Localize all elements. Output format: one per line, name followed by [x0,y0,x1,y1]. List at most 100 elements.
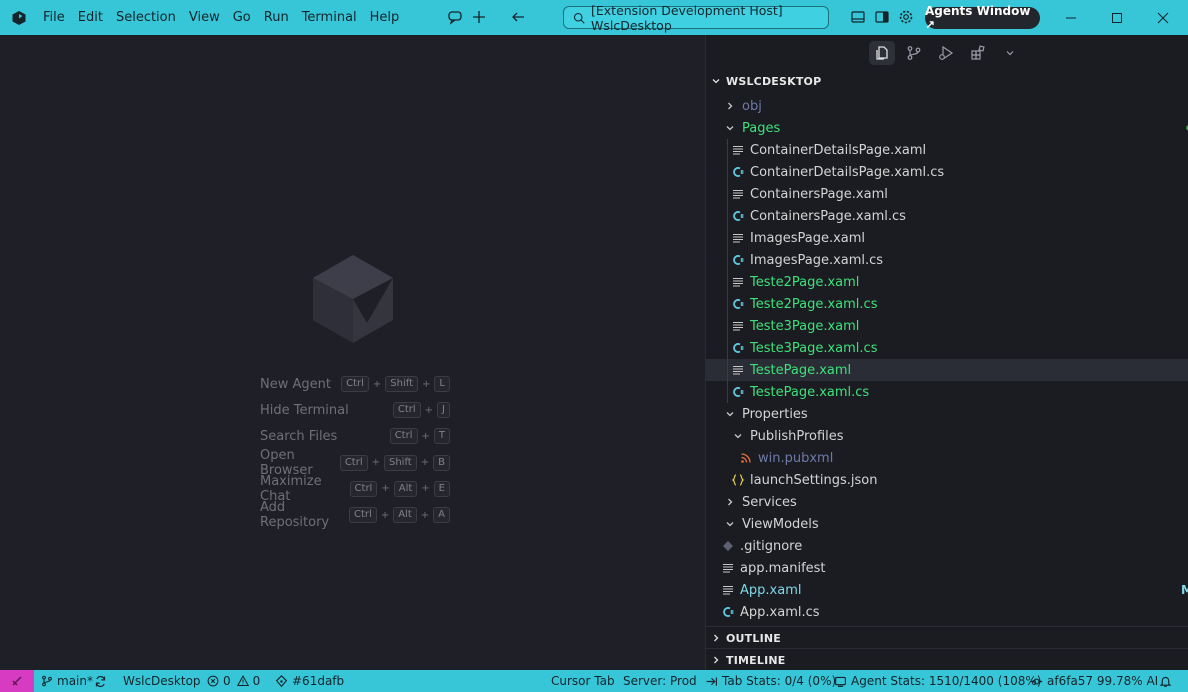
branch-indicator[interactable]: main* [41,670,93,692]
csharp-icon [730,384,746,400]
tab-stats[interactable]: Tab Stats: 0/4 (0%) [705,670,836,692]
agent-stats[interactable]: Agent Stats: 1510/1400 (108%) [834,670,1041,692]
tree-item[interactable]: Services [706,491,1188,513]
extensions-icon [971,45,985,60]
back-arrow-icon[interactable] [510,9,526,25]
tree-item-label: ImagesPage.xaml [750,230,866,246]
tree-item[interactable]: Teste2Page.xaml.csU [706,293,1188,315]
menu-go[interactable]: Go [233,10,251,25]
outline-label: OUTLINE [726,631,782,645]
tree-item[interactable]: Properties [706,403,1188,425]
layout-sidebar-icon[interactable] [874,9,890,25]
layout-panel-icon[interactable] [850,9,866,25]
tree-item[interactable]: ImagesPage.xaml [706,227,1188,249]
notifications-button[interactable] [1159,670,1176,692]
tree-item[interactable]: App.xaml.cs [706,601,1188,623]
tree-item[interactable]: ImagesPage.xaml.cs [706,249,1188,271]
ai-stats-text: af6fa57 99.78% AI [1047,674,1159,688]
menu-view[interactable]: View [189,10,220,25]
tree-item[interactable]: win.pubxml [706,447,1188,469]
source-control-icon [907,46,921,60]
shortcut-keys: Ctrl + T [389,428,450,445]
tab-source-control[interactable] [901,41,927,65]
tree-item[interactable]: .gitignore [706,535,1188,557]
shortcut-keys: Ctrl + Shift + L [341,376,450,393]
shortcut-maximize-chat[interactable]: Maximize Chat Ctrl + Alt + E [260,474,450,504]
tree-item[interactable]: Teste2Page.xamlU [706,271,1188,293]
tree-item[interactable]: Teste3Page.xamlU [706,315,1188,337]
tree-item[interactable]: app.manifest [706,557,1188,579]
timeline-header[interactable]: TIMELINE [706,648,1188,671]
shortcut-label: Search Files [260,428,338,444]
plus-separator: + [372,378,382,390]
shortcut-label: Add Repository [260,500,330,531]
plus-icon[interactable] [471,9,487,25]
color-indicator[interactable]: #61dafb [275,670,344,692]
sync-button[interactable] [94,670,111,692]
sidebar-tabs [706,35,1188,70]
menu-terminal[interactable]: Terminal [302,10,357,25]
root-folder-label: WSLCDESKTOP [726,74,822,88]
tree-item[interactable]: Teste3Page.xaml.csU [706,337,1188,359]
menu-edit[interactable]: Edit [78,10,103,25]
menu-file[interactable]: File [43,10,65,25]
csharp-icon [730,296,746,312]
tree-item[interactable]: App.xaml M [706,579,1188,601]
command-center-search[interactable]: [Extension Development Host] WslcDesktop [563,3,829,33]
project-name[interactable]: WslcDesktop [123,670,201,692]
tree-item[interactable]: PublishProfiles [706,425,1188,447]
shortcut-new-agent[interactable]: New Agent Ctrl + Shift + L [260,371,450,397]
csharp-icon [730,164,746,180]
branch-name: main* [57,674,93,688]
menu-help[interactable]: Help [370,10,400,25]
tab-extensions[interactable] [965,41,991,65]
tree-item[interactable]: Pages • [706,117,1188,139]
gear-icon[interactable] [898,9,914,25]
tree-item[interactable]: launchSettings.json [706,469,1188,491]
chevron-right-icon [714,656,719,664]
shortcut-add-repository[interactable]: Add Repository Ctrl + Alt + A [260,500,450,531]
tree-item[interactable]: TestePage.xamlU [706,359,1188,381]
minimize-button[interactable] [1048,0,1094,35]
problems-indicator[interactable]: 0 0 [207,670,260,692]
lines-icon [720,582,736,598]
files-icon [876,46,888,60]
explorer-sidebar: WSLCDESKTOP obj Pages • ContainerDetailsPag… [705,35,1188,670]
more-views-button[interactable] [997,41,1023,65]
outline-header[interactable]: OUTLINE [706,626,1188,649]
tree-item-label: launchSettings.json [750,472,878,488]
agent-icon [835,676,846,687]
keycap: A [433,507,450,524]
tree-item[interactable]: ViewModels [706,513,1188,535]
shortcut-hide-terminal[interactable]: Hide Terminal Ctrl + J [260,397,450,423]
server-status[interactable]: Server: Prod [623,670,697,692]
explorer-root-header[interactable]: WSLCDESKTOP [706,70,1188,92]
ai-stats[interactable]: af6fa57 99.78% AI [1030,670,1158,692]
close-button[interactable] [1140,0,1186,35]
tree-item[interactable]: TestePage.xaml.csU [706,381,1188,403]
warning-icon [236,675,249,687]
tree-item[interactable]: ContainerDetailsPage.xaml.cs [706,161,1188,183]
tree-item[interactable]: ContainersPage.xaml [706,183,1188,205]
remote-indicator[interactable] [0,670,34,692]
tree-item[interactable]: ContainerDetailsPage.xaml [706,139,1188,161]
chevron-right-icon [722,98,738,114]
tab-explorer[interactable] [869,41,895,65]
shortcut-open-browser[interactable]: Open Browser Ctrl + Shift + B [260,448,450,478]
tree-item-label: Teste3Page.xaml.cs [750,340,878,356]
tree-item-label: App.xaml.cs [740,604,820,620]
tree-item[interactable]: ContainersPage.xaml.cs [706,205,1188,227]
tree-item-label: TestePage.xaml.cs [750,384,870,400]
maximize-button[interactable] [1094,0,1140,35]
chevron-down-icon [1006,51,1014,56]
tree-item[interactable]: obj [706,95,1188,117]
tab-run-debug[interactable] [933,41,959,65]
menu-run[interactable]: Run [264,10,289,25]
shortcut-search-files[interactable]: Search Files Ctrl + T [260,423,450,449]
chat-icon[interactable] [447,9,463,25]
agents-window-button[interactable]: Agents Window ↗ [925,4,1040,32]
keycap: Alt [393,480,418,497]
tree-item-label: PublishProfiles [750,428,844,444]
cursor-tab-status[interactable]: Cursor Tab [551,670,615,692]
menu-selection[interactable]: Selection [116,10,176,25]
